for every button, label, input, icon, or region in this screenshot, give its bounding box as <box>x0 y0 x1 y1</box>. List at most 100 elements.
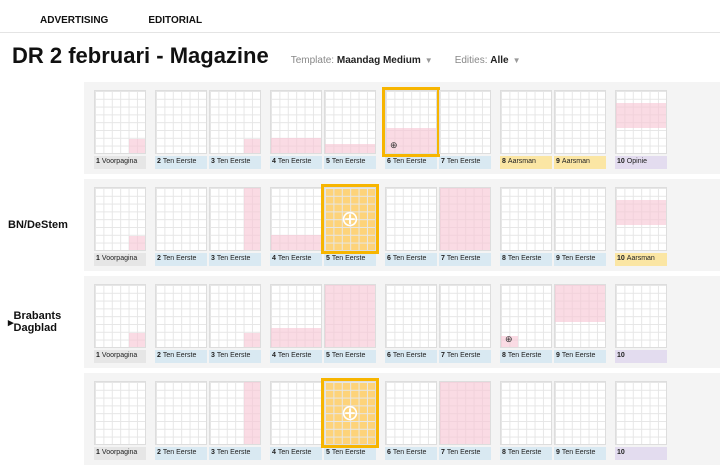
page-thumbnail[interactable]: ⊕ 6 Ten Eerste <box>382 87 440 169</box>
page-sheet[interactable] <box>615 284 667 348</box>
page-label: 2 Ten Eerste <box>155 156 207 169</box>
page-sheet[interactable] <box>439 187 491 251</box>
page-thumbnail[interactable]: 10 Aarsman <box>615 187 667 266</box>
page-sheet[interactable] <box>270 187 322 251</box>
page-sheet[interactable] <box>615 90 667 154</box>
page-spread: 2 Ten Eerste 3 Ten Eerste <box>155 284 261 363</box>
page-section: Ten Eerste <box>392 449 427 456</box>
page-thumbnail[interactable]: 6 Ten Eerste <box>385 284 437 363</box>
page-thumbnail[interactable]: 9 Aarsman <box>554 90 606 169</box>
page-sheet[interactable] <box>554 90 606 154</box>
page-number: 1 <box>96 158 100 165</box>
page-thumbnail[interactable]: 2 Ten Eerste <box>155 381 207 460</box>
page-thumbnail[interactable]: 1 Voorpagina <box>94 381 146 460</box>
page-label: 2 Ten Eerste <box>155 350 207 363</box>
page-thumbnail[interactable]: 2 Ten Eerste <box>155 284 207 363</box>
page-sheet[interactable] <box>554 381 606 445</box>
page-sheet[interactable] <box>270 381 322 445</box>
page-thumbnail[interactable]: 4 Ten Eerste <box>270 90 322 169</box>
page-thumbnail[interactable]: 1 Voorpagina <box>94 90 146 169</box>
page-thumbnail[interactable]: 3 Ten Eerste <box>209 284 261 363</box>
page-thumbnail[interactable]: 2 Ten Eerste <box>155 187 207 266</box>
page-sheet[interactable] <box>94 90 146 154</box>
editions-select[interactable]: Edities: Alle ▼ <box>455 55 521 66</box>
page-thumbnail[interactable]: 9 Ten Eerste <box>554 381 606 460</box>
edition-label[interactable] <box>0 373 84 465</box>
page-thumbnail[interactable]: 2 Ten Eerste <box>155 90 207 169</box>
page-thumbnail[interactable]: 1 Voorpagina <box>94 187 146 266</box>
page-thumbnail[interactable]: ⊕ 8 Ten Eerste <box>500 284 552 363</box>
page-sheet[interactable]: ⊕ <box>321 378 379 448</box>
page-thumbnail[interactable]: ⊕ 5 Ten Eerste <box>321 378 379 460</box>
page-thumbnail[interactable]: ⊕ 5 Ten Eerste <box>321 184 379 266</box>
page-thumbnail[interactable]: 7 Ten Eerste <box>439 187 491 266</box>
page-sheet[interactable] <box>554 284 606 348</box>
page-sheet[interactable] <box>500 187 552 251</box>
page-thumbnail[interactable]: 3 Ten Eerste <box>209 90 261 169</box>
page-thumbnail[interactable]: 5 Ten Eerste <box>324 90 376 169</box>
page-sheet[interactable] <box>270 284 322 348</box>
page-sheet[interactable] <box>155 187 207 251</box>
page-sheet[interactable] <box>155 284 207 348</box>
globe-icon: ⊕ <box>390 140 398 150</box>
page-thumbnail[interactable]: 1 Voorpagina <box>94 284 146 363</box>
page-label: 9 Aarsman <box>554 156 606 169</box>
page-sheet[interactable] <box>94 187 146 251</box>
page-sheet[interactable] <box>439 381 491 445</box>
page-sheet[interactable] <box>155 381 207 445</box>
page-thumbnail[interactable]: 7 Ten Eerste <box>439 381 491 460</box>
page-thumbnail[interactable]: 10 <box>615 284 667 363</box>
page-thumbnail[interactable]: 10 Opinie <box>615 90 667 169</box>
page-thumbnail[interactable]: 4 Ten Eerste <box>270 381 322 460</box>
page-label: 5 Ten Eerste <box>324 350 376 363</box>
page-sheet[interactable] <box>439 90 491 154</box>
page-sheet[interactable] <box>385 381 437 445</box>
page-thumbnail[interactable]: 10 <box>615 381 667 460</box>
page-sheet[interactable] <box>324 90 376 154</box>
page-thumbnail[interactable]: 4 Ten Eerste <box>270 284 322 363</box>
page-sheet[interactable] <box>385 187 437 251</box>
page-sheet[interactable] <box>439 284 491 348</box>
ad-placement <box>128 333 145 347</box>
nav-advertising[interactable]: ADVERTISING <box>40 15 108 26</box>
page-label: 5 Ten Eerste <box>324 447 376 460</box>
page-sheet[interactable] <box>209 90 261 154</box>
page-sheet[interactable] <box>324 284 376 348</box>
page-sheet[interactable] <box>500 381 552 445</box>
template-select[interactable]: Template: Maandag Medium ▼ <box>291 55 433 66</box>
page-sheet[interactable] <box>209 284 261 348</box>
page-thumbnail[interactable]: 6 Ten Eerste <box>385 187 437 266</box>
page-thumbnail[interactable]: 7 Ten Eerste <box>439 284 491 363</box>
page-sheet[interactable] <box>554 187 606 251</box>
page-sheet[interactable] <box>270 90 322 154</box>
page-sheet[interactable]: ⊕ <box>382 87 440 157</box>
page-thumbnail[interactable]: 7 Ten Eerste <box>439 90 491 169</box>
page-sheet[interactable] <box>155 90 207 154</box>
page-thumbnail[interactable]: 3 Ten Eerste <box>209 187 261 266</box>
page-sheet[interactable] <box>94 284 146 348</box>
page-sheet[interactable]: ⊕ <box>321 184 379 254</box>
page-sheet[interactable] <box>209 187 261 251</box>
nav-editorial[interactable]: EDITORIAL <box>148 15 202 26</box>
page-thumbnail[interactable]: 6 Ten Eerste <box>385 381 437 460</box>
page-thumbnail[interactable]: 8 Aarsman <box>500 90 552 169</box>
page-thumbnail[interactable]: 9 Ten Eerste <box>554 187 606 266</box>
page-thumbnail[interactable]: 4 Ten Eerste <box>270 187 322 266</box>
page-thumbnail[interactable]: 8 Ten Eerste <box>500 187 552 266</box>
page-sheet[interactable] <box>500 90 552 154</box>
edition-label[interactable]: BN/DeStem <box>0 179 84 271</box>
page-sheet[interactable] <box>385 284 437 348</box>
page-sheet[interactable]: ⊕ <box>500 284 552 348</box>
edition-label[interactable]: ▸ Brabants Dagblad <box>0 276 84 368</box>
page-strip: 1 Voorpagina 2 Ten Eerste 3 Ten Eerste 4 Ten Ee… <box>84 87 667 169</box>
page-sheet[interactable] <box>94 381 146 445</box>
page-thumbnail[interactable]: 5 Ten Eerste <box>324 284 376 363</box>
page-thumbnail[interactable]: 8 Ten Eerste <box>500 381 552 460</box>
page-thumbnail[interactable]: 9 Ten Eerste <box>554 284 606 363</box>
page-section: Ten Eerste <box>162 255 197 262</box>
page-sheet[interactable] <box>209 381 261 445</box>
page-sheet[interactable] <box>615 187 667 251</box>
edition-label[interactable] <box>0 82 84 174</box>
page-sheet[interactable] <box>615 381 667 445</box>
page-thumbnail[interactable]: 3 Ten Eerste <box>209 381 261 460</box>
